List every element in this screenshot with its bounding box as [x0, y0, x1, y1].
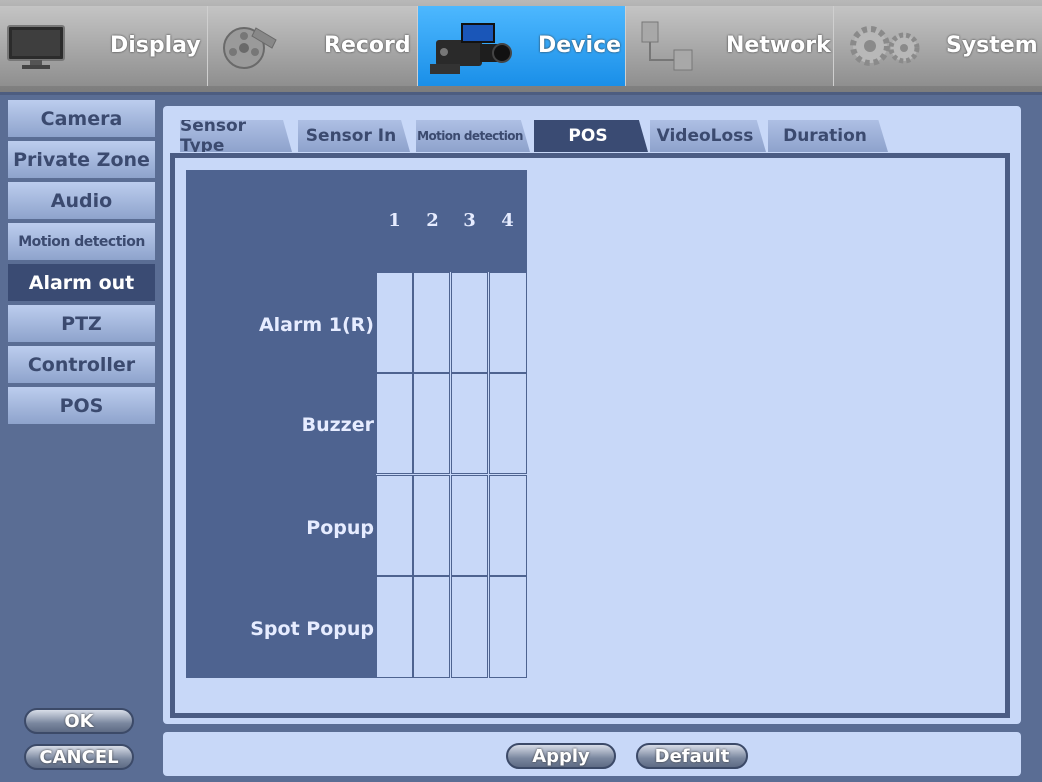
grid-cell[interactable] — [413, 272, 450, 373]
column-header-3: 3 — [463, 210, 476, 231]
grid-cell[interactable] — [451, 576, 488, 678]
tab-sensor-type[interactable]: Sensor Type — [180, 120, 292, 152]
tab-duration[interactable]: Duration — [768, 120, 888, 152]
grid-cell[interactable] — [489, 272, 527, 373]
grid-cell[interactable] — [413, 475, 450, 576]
nav-tab-device[interactable]: Device — [418, 6, 626, 86]
grid-cell[interactable] — [376, 272, 413, 373]
grid-cell[interactable] — [489, 373, 527, 474]
grid-cell[interactable] — [451, 373, 488, 474]
monitor-icon — [6, 24, 66, 74]
cancel-button[interactable]: CANCEL — [24, 744, 134, 770]
column-header-4: 4 — [501, 210, 514, 231]
row-label-popup: Popup — [306, 517, 374, 539]
gears-icon — [846, 24, 922, 72]
row-label-spot-popup: Spot Popup — [250, 618, 374, 640]
nav-label-record: Record — [324, 33, 411, 58]
nav-label-display: Display — [110, 33, 201, 58]
nav-tab-system[interactable]: System — [834, 6, 1042, 86]
grid-cell[interactable] — [489, 475, 527, 576]
menu-item-motion-detection[interactable]: Motion detection — [8, 223, 155, 262]
side-menu: Camera Private Zone Audio Motion detecti… — [8, 100, 155, 782]
film-reel-icon — [220, 18, 280, 78]
grid-cell[interactable] — [376, 475, 413, 576]
camcorder-icon — [426, 18, 512, 84]
menu-item-camera[interactable]: Camera — [8, 100, 155, 139]
menu-item-private-zone[interactable]: Private Zone — [8, 141, 155, 180]
column-header-1: 1 — [388, 210, 401, 231]
grid-cell[interactable] — [376, 576, 413, 678]
network-icon — [640, 20, 696, 78]
tab-pos[interactable]: POS — [534, 120, 648, 152]
row-label-buzzer: Buzzer — [301, 414, 374, 436]
nav-label-device: Device — [538, 33, 622, 58]
menu-item-alarm-out[interactable]: Alarm out — [8, 264, 155, 303]
row-label-alarm-1r: Alarm 1(R) — [258, 314, 374, 336]
menu-item-controller[interactable]: Controller — [8, 346, 155, 385]
menu-item-pos[interactable]: POS — [8, 387, 155, 426]
tab-videoloss[interactable]: VideoLoss — [650, 120, 766, 152]
grid-cell[interactable] — [489, 576, 527, 678]
nav-tab-network[interactable]: Network — [626, 6, 834, 86]
tab-sensor-in[interactable]: Sensor In — [298, 120, 410, 152]
ok-button[interactable]: OK — [24, 708, 134, 734]
grid-cell[interactable] — [376, 373, 413, 474]
grid-cell[interactable] — [451, 475, 488, 576]
column-header-2: 2 — [426, 210, 439, 231]
grid-cell[interactable] — [413, 373, 450, 474]
top-navigation: Display Record Device Network System — [0, 0, 1042, 95]
default-button[interactable]: Default — [636, 743, 748, 769]
nav-tab-display[interactable]: Display — [0, 6, 208, 86]
tab-motion-detection[interactable]: Motion detection — [416, 120, 530, 152]
nav-tab-record[interactable]: Record — [208, 6, 418, 86]
nav-label-network: Network — [726, 33, 831, 58]
menu-item-audio[interactable]: Audio — [8, 182, 155, 221]
nav-label-system: System — [946, 33, 1038, 58]
grid-cell[interactable] — [451, 272, 488, 373]
apply-button[interactable]: Apply — [506, 743, 616, 769]
menu-item-ptz[interactable]: PTZ — [8, 305, 155, 344]
grid-cell[interactable] — [413, 576, 450, 678]
